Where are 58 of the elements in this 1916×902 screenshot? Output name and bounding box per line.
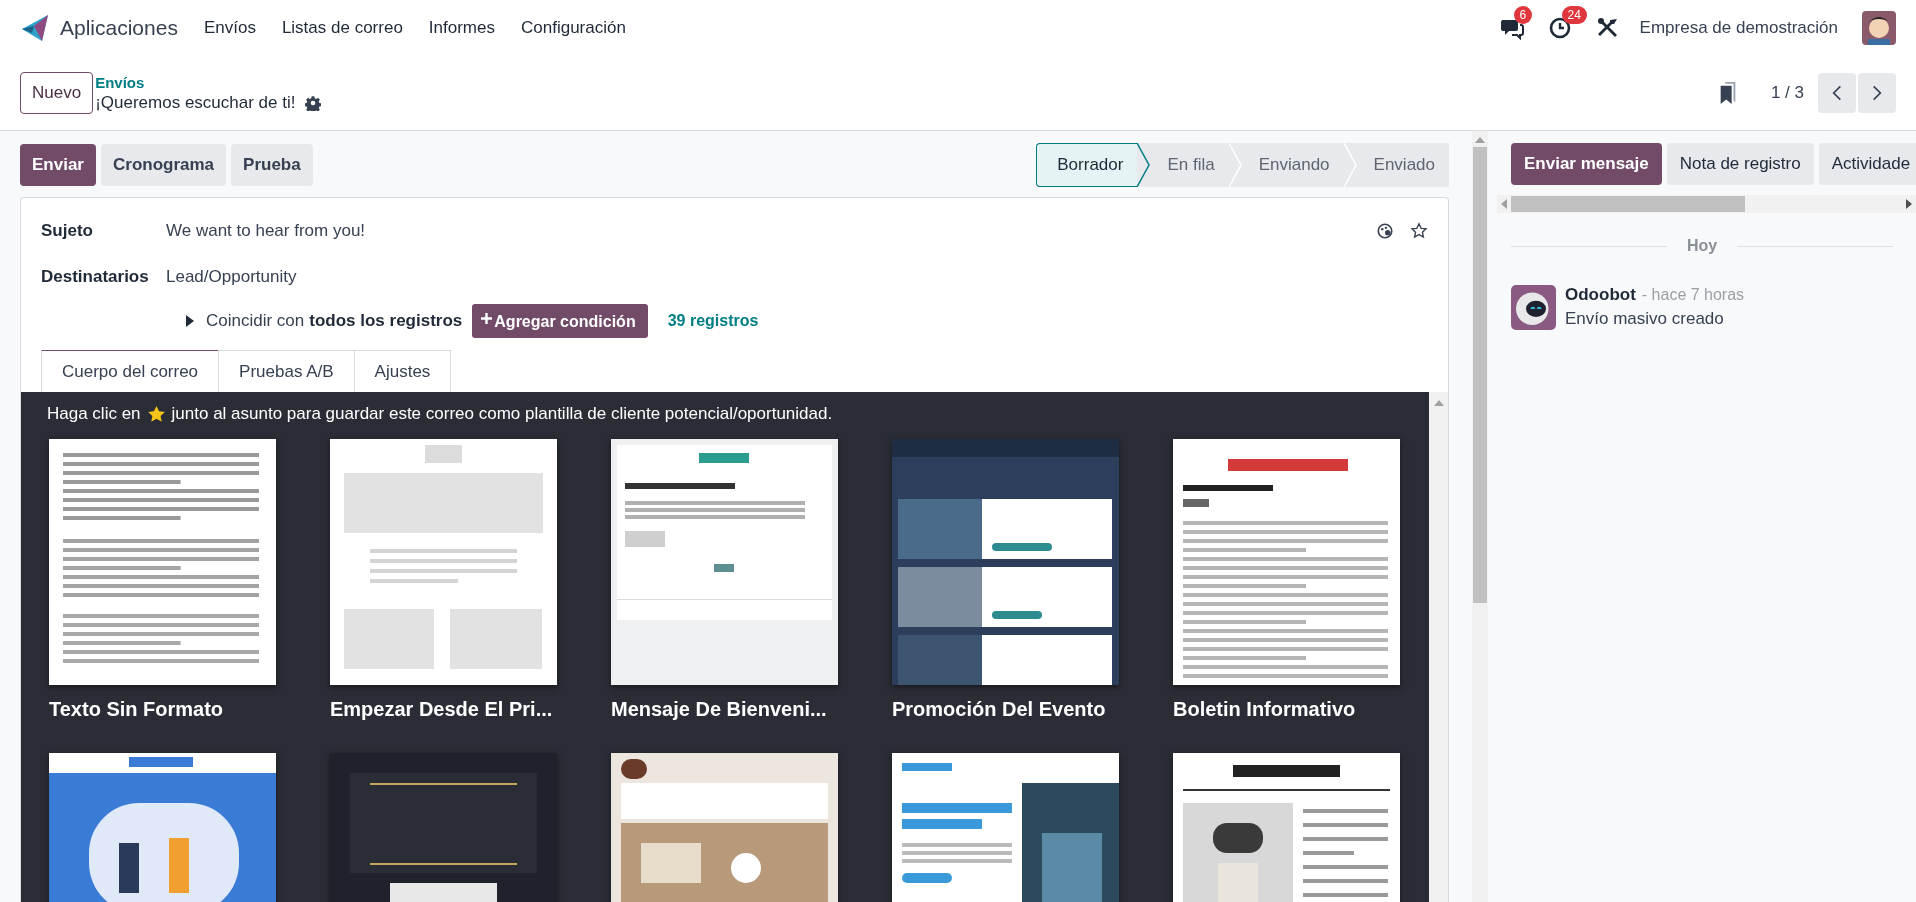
message-author[interactable]: Odoobot: [1565, 285, 1636, 305]
user-avatar[interactable]: [1862, 11, 1896, 45]
chatter-button[interactable]: Actividade: [1818, 143, 1916, 185]
message-text: Envío masivo creado: [1565, 309, 1725, 329]
add-condition-button[interactable]: Agregar condición: [472, 304, 648, 338]
scrollbar-thumb[interactable]: [1473, 147, 1487, 603]
new-button[interactable]: Nuevo: [20, 72, 94, 114]
scrollbar-thumb[interactable]: [1511, 196, 1745, 212]
records-link[interactable]: 39 registros: [667, 312, 759, 330]
palette-icon[interactable]: [1376, 222, 1394, 240]
chevron-right-icon: [1872, 84, 1882, 102]
notification-badge: 24: [1561, 6, 1587, 24]
step-chevron-icon: [1137, 143, 1152, 187]
hint-text: Haga clic en: [47, 404, 141, 424]
menu-item[interactable]: Configuración: [521, 18, 626, 38]
notification-badge: 6: [1513, 6, 1533, 24]
template-name[interactable]: Boletin Informativo: [1173, 698, 1400, 721]
caret-icon[interactable]: [186, 315, 194, 327]
tab[interactable]: Ajustes: [353, 350, 452, 392]
star-icon[interactable]: [1410, 222, 1428, 240]
hint-text: junto al asunto para guardar este correo como plantilla de cliente potencial/oportunidad.: [171, 404, 833, 424]
pager-value: 1 / 3: [1770, 83, 1804, 103]
chevron-left-icon: [1832, 84, 1842, 102]
menu-item[interactable]: Listas de correo: [281, 18, 403, 38]
breadcrumb-link[interactable]: Envíos: [95, 73, 322, 91]
action-button[interactable]: Enviar: [20, 144, 96, 186]
menu-item[interactable]: Envíos: [203, 18, 256, 38]
bot-avatar: [1511, 285, 1556, 330]
step-chevron-icon: [1228, 143, 1243, 187]
company-name[interactable]: Empresa de demostración: [1639, 18, 1838, 38]
field-label: Destinatarios: [41, 267, 150, 287]
record-title: ¡Queremos escuchar de ti!: [95, 92, 296, 113]
chatter-button[interactable]: Enviar mensaje: [1511, 143, 1662, 185]
tools-icon[interactable]: [1595, 16, 1620, 40]
app-name[interactable]: Aplicaciones: [60, 16, 178, 40]
field-label: Sujeto: [41, 221, 94, 241]
tab[interactable]: Cuerpo del correo: [41, 350, 220, 392]
action-button[interactable]: Prueba: [231, 144, 313, 186]
status-step[interactable]: Borrador: [1036, 143, 1138, 187]
plus-icon: [481, 312, 493, 324]
subject-field[interactable]: We want to hear from you!: [166, 221, 1360, 241]
date-separator: Hoy: [1686, 237, 1718, 255]
template-name[interactable]: Empezar Desde El Pri...: [330, 698, 557, 721]
chatter-button[interactable]: Nota de registro: [1666, 143, 1814, 185]
recipients-field[interactable]: Lead/Opportunity: [166, 267, 1428, 287]
star-icon: [146, 404, 166, 424]
match-text: Coincidir con: [206, 311, 305, 331]
settings-icon[interactable]: [305, 94, 322, 111]
action-button[interactable]: Cronograma: [101, 144, 227, 186]
app-logo[interactable]: [20, 13, 50, 43]
match-scope[interactable]: todos los registros: [309, 311, 463, 331]
template-name[interactable]: Promoción Del Evento: [892, 698, 1119, 721]
menu-item[interactable]: Informes: [428, 18, 495, 38]
scroll-right-icon[interactable]: [1906, 199, 1912, 209]
step-chevron-icon: [1343, 143, 1358, 187]
template-name[interactable]: Mensaje De Bienveni...: [611, 698, 838, 721]
message-time: - hace 7 horas: [1641, 286, 1745, 304]
template-name[interactable]: Texto Sin Formato: [49, 698, 276, 721]
